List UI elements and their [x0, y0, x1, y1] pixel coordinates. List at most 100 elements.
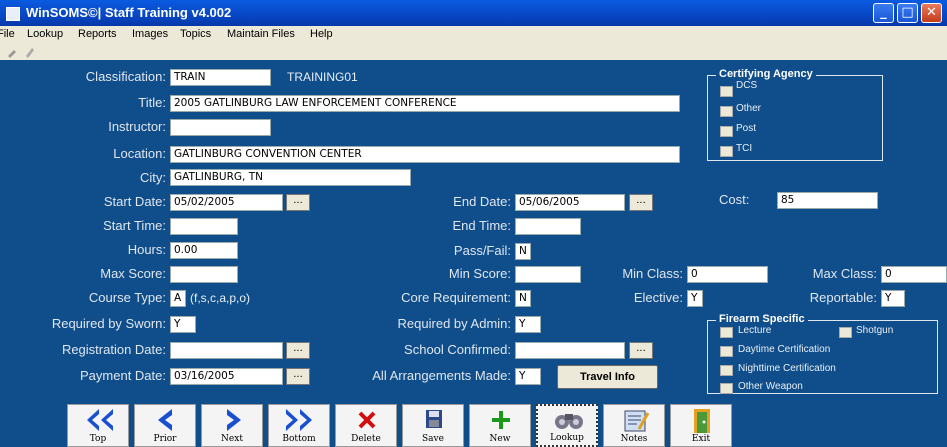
nighttime-certification-label: Nighttime Certification: [738, 363, 836, 374]
instructor-input[interactable]: [170, 119, 271, 136]
title-bar: WinSOMS©| Staff Training v4.002 _ □ ✕: [0, 0, 947, 26]
other-agency-checkbox[interactable]: [720, 106, 733, 117]
menu-reports[interactable]: Reports: [78, 28, 117, 40]
delete-button[interactable]: Delete: [335, 404, 397, 447]
payment-date-input[interactable]: 03/16/2005: [170, 368, 283, 385]
required-by-sworn-input[interactable]: Y: [170, 316, 196, 333]
start-date-input[interactable]: 05/02/2005: [170, 194, 283, 211]
registration-date-input[interactable]: [170, 342, 283, 359]
min-class-label: Min Class:: [622, 266, 683, 281]
required-by-sworn-label: Required by Sworn:: [51, 316, 166, 331]
prior-button[interactable]: Prior: [134, 404, 196, 447]
exit-door-icon: [694, 409, 710, 433]
reportable-input[interactable]: Y: [881, 290, 905, 307]
menu-images[interactable]: Images: [132, 28, 168, 40]
pass-fail-input[interactable]: N: [515, 243, 531, 260]
city-input[interactable]: GATLINBURG, TN: [170, 169, 411, 186]
core-requirement-input[interactable]: N: [515, 290, 531, 307]
course-type-label: Course Type:: [88, 290, 166, 305]
maximize-button[interactable]: □: [897, 3, 918, 23]
delete-button-label: Delete: [351, 434, 381, 444]
bottom-button[interactable]: Bottom: [268, 404, 330, 447]
firearm-specific-title: Firearm Specific: [716, 313, 808, 325]
shotgun-checkbox[interactable]: [839, 327, 852, 338]
plus-icon: [492, 411, 510, 429]
course-type-input[interactable]: A: [170, 290, 186, 307]
save-button-label: Save: [422, 434, 444, 444]
core-requirement-label: Core Requirement:: [401, 290, 511, 305]
menu-topics[interactable]: Topics: [180, 28, 211, 40]
min-score-label: Min Score:: [448, 266, 511, 281]
notes-button[interactable]: Notes: [603, 404, 665, 447]
exit-button[interactable]: Exit: [670, 404, 732, 447]
elective-input[interactable]: Y: [687, 290, 703, 307]
end-time-label: End Time:: [452, 218, 511, 233]
lookup-button[interactable]: Lookup: [536, 404, 598, 447]
start-time-input[interactable]: [170, 218, 238, 235]
close-button[interactable]: ✕: [921, 3, 942, 23]
max-score-input[interactable]: [170, 266, 238, 283]
cost-input[interactable]: 85: [777, 192, 878, 209]
classification-input[interactable]: TRAIN: [170, 69, 271, 86]
window-title: WinSOMS©| Staff Training v4.002: [26, 5, 232, 20]
menu-file[interactable]: File: [0, 28, 15, 40]
post-checkbox[interactable]: [720, 126, 733, 137]
registration-date-picker-button[interactable]: ...: [286, 342, 310, 359]
end-time-input[interactable]: [515, 218, 581, 235]
classification-code: TRAINING01: [287, 70, 358, 84]
other-agency-label: Other: [736, 103, 762, 114]
app-icon: [6, 7, 20, 21]
other-weapon-checkbox[interactable]: [720, 383, 733, 394]
pass-fail-label: Pass/Fail:: [453, 243, 511, 258]
notes-icon: [624, 410, 650, 432]
firearm-specific-group: Firearm Specific Lecture Shotgun Daytime…: [707, 313, 938, 394]
end-date-label: End Date:: [453, 194, 511, 209]
location-input[interactable]: GATLINBURG CONVENTION CENTER: [170, 146, 680, 163]
end-date-input[interactable]: 05/06/2005: [515, 194, 625, 211]
start-time-label: Start Time:: [103, 218, 166, 233]
next-button[interactable]: Next: [201, 404, 263, 447]
top-button[interactable]: Top: [67, 404, 129, 447]
dcs-label: DCS: [736, 80, 758, 91]
hours-input[interactable]: 0.00: [170, 242, 238, 259]
city-label: City:: [140, 170, 166, 185]
school-confirmed-picker-button[interactable]: ...: [629, 342, 653, 359]
min-class-input[interactable]: 0: [687, 266, 768, 283]
title-input[interactable]: 2005 GATLINBURG LAW ENFORCEMENT CONFEREN…: [170, 95, 680, 112]
minimize-button[interactable]: _: [873, 3, 894, 23]
new-button-label: New: [489, 434, 511, 444]
registration-date-label: Registration Date:: [61, 342, 166, 357]
lecture-checkbox[interactable]: [720, 327, 733, 338]
next-button-label: Next: [221, 434, 243, 444]
lookup-button-label: Lookup: [550, 433, 584, 443]
prior-button-label: Prior: [153, 434, 177, 444]
new-button[interactable]: New: [469, 404, 531, 447]
tools-icon[interactable]: [6, 46, 40, 58]
school-confirmed-input[interactable]: [515, 342, 625, 359]
lecture-label: Lecture: [738, 325, 772, 336]
menu-help[interactable]: Help: [310, 28, 333, 40]
all-arrangements-input[interactable]: Y: [515, 368, 541, 385]
daytime-certification-label: Daytime Certification: [738, 344, 831, 355]
required-by-admin-input[interactable]: Y: [515, 316, 541, 333]
notes-button-label: Notes: [620, 434, 648, 444]
menu-lookup[interactable]: Lookup: [27, 28, 63, 40]
menu-maintain-files[interactable]: Maintain Files: [227, 28, 295, 40]
app-window: WinSOMS©| Staff Training v4.002 _ □ ✕ Fi…: [0, 0, 947, 447]
save-button[interactable]: Save: [402, 404, 464, 447]
nighttime-certification-checkbox[interactable]: [720, 365, 733, 376]
start-date-picker-button[interactable]: ...: [286, 194, 310, 211]
double-left-arrow-icon: [87, 409, 113, 431]
binoculars-icon: [555, 414, 583, 429]
tci-checkbox[interactable]: [720, 146, 733, 157]
max-class-input[interactable]: 0: [881, 266, 947, 283]
travel-info-button[interactable]: Travel Info: [557, 365, 658, 389]
daytime-certification-checkbox[interactable]: [720, 346, 733, 357]
delete-x-icon: [358, 411, 376, 429]
certifying-agency-title: Certifying Agency: [716, 68, 816, 80]
end-date-picker-button[interactable]: ...: [629, 194, 653, 211]
min-score-input[interactable]: [515, 266, 581, 283]
floppy-disk-icon: [426, 410, 442, 428]
top-button-label: Top: [89, 434, 107, 444]
dcs-checkbox[interactable]: [720, 86, 733, 97]
